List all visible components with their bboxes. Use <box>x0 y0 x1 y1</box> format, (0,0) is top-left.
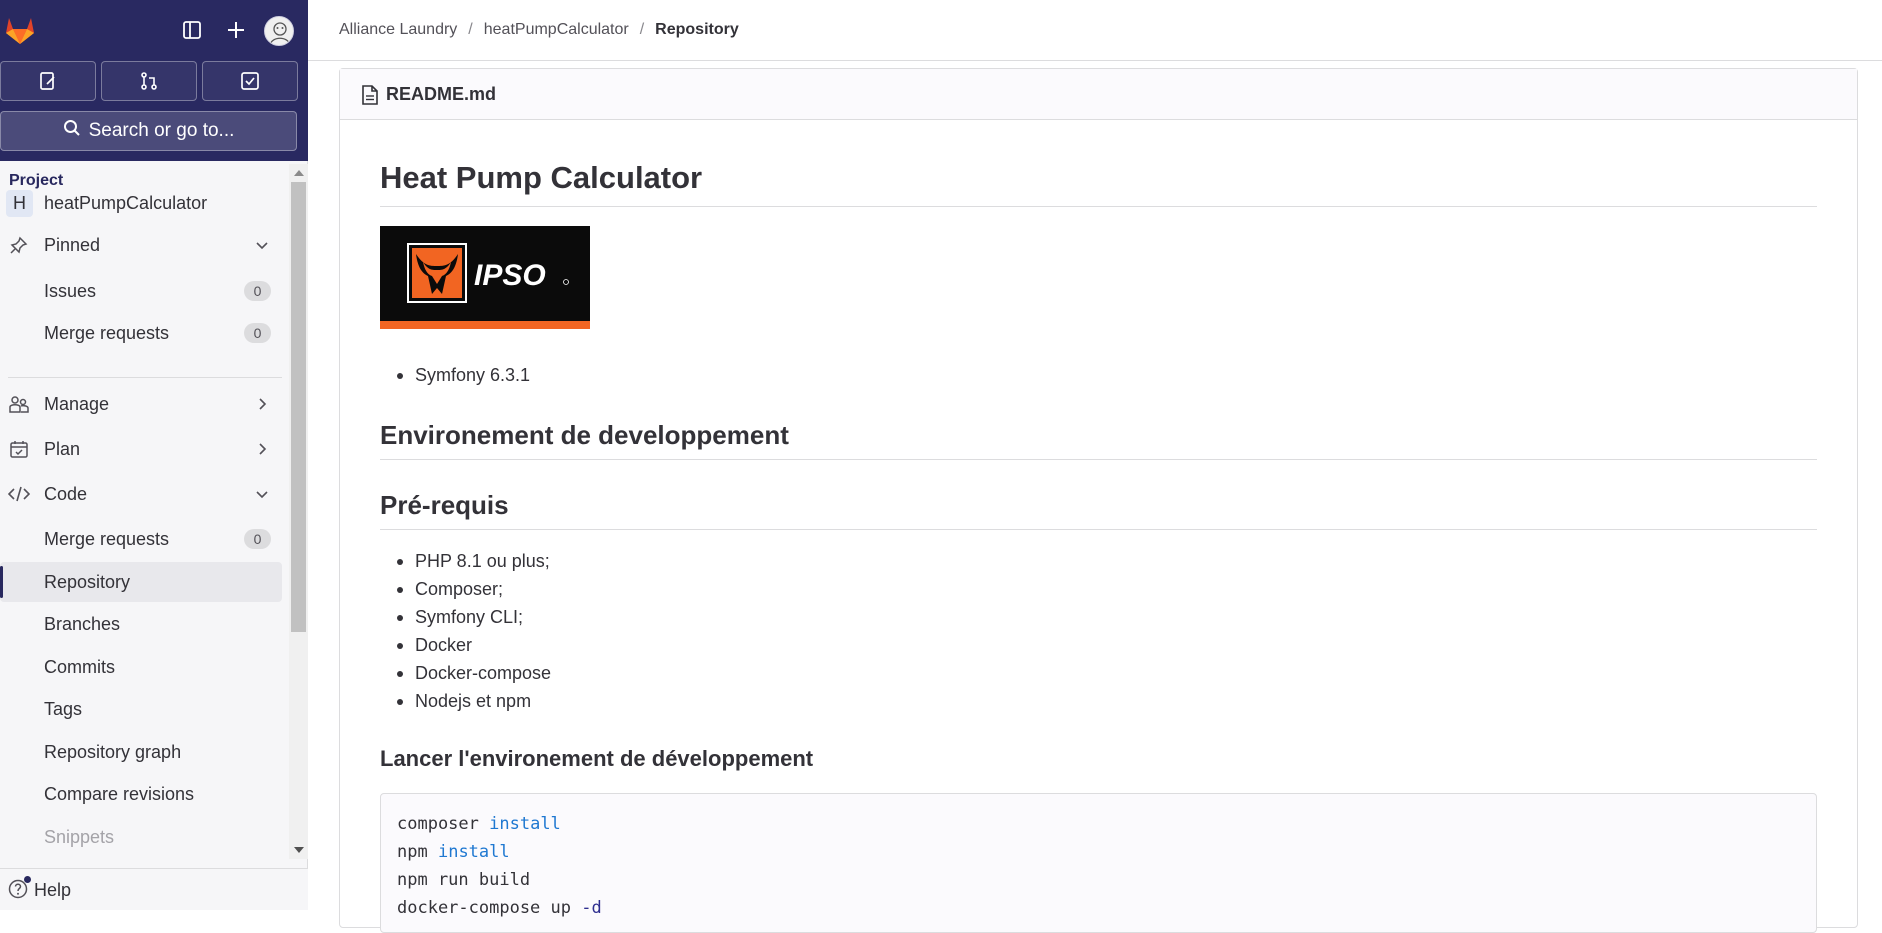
heading-launch-environment: Lancer l'environement de développement <box>380 746 814 771</box>
sidebar-item-merge-requests[interactable]: Merge requests 0 <box>0 519 282 559</box>
sidebar-item-pinned[interactable]: Pinned <box>0 225 282 265</box>
help-label: Help <box>34 880 72 900</box>
count-badge: 0 <box>244 323 271 343</box>
sidebar-item-repository[interactable]: Repository <box>0 562 282 602</box>
sidebar-item-issues[interactable]: Issues 0 <box>0 271 282 311</box>
heading-prerequisites: Pré-requis <box>380 490 1817 530</box>
project-avatar: H <box>6 189 33 217</box>
scroll-down-arrow-icon[interactable] <box>294 847 304 853</box>
breadcrumb-project-link[interactable]: heatPumpCalculator <box>484 21 629 39</box>
sidebar-item-label: Code <box>44 483 88 504</box>
help-button[interactable]: Help <box>0 868 308 910</box>
list-item: Nodejs et npm <box>396 687 551 715</box>
sidebar-item-repository-graph[interactable]: Repository graph <box>0 732 282 772</box>
calendar-icon <box>8 438 30 460</box>
sidebar-item-label: Plan <box>44 438 81 459</box>
list-item: Composer; <box>396 575 551 603</box>
list-item: PHP 8.1 ou plus; <box>396 547 551 575</box>
search-icon <box>63 119 89 143</box>
plus-icon[interactable] <box>220 14 252 46</box>
sidebar-item-label: Branches <box>44 613 121 634</box>
sidebar-item-label: Manage <box>44 393 110 414</box>
count-badge: 0 <box>244 529 271 549</box>
sidebar-item-code[interactable]: Code <box>0 474 282 514</box>
sidebar-item-label: Repository <box>44 571 131 592</box>
list-item: Docker-compose <box>396 659 551 687</box>
sidebar-item-compare-revisions[interactable]: Compare revisions <box>0 774 282 814</box>
sidebar-item-commits[interactable]: Commits <box>0 647 282 687</box>
ipso-logo: IPSO <box>380 226 590 329</box>
chevron-right-icon <box>259 443 267 455</box>
project-link[interactable]: H heatPumpCalculator <box>0 183 282 223</box>
users-icon <box>8 393 30 415</box>
chevron-right-icon <box>259 398 267 410</box>
readme-title: Heat Pump Calculator <box>380 160 1817 207</box>
pinned-label: Pinned <box>44 234 101 255</box>
scrollbar-thumb[interactable] <box>291 182 306 632</box>
sidebar-item-plan[interactable]: Plan <box>0 429 282 469</box>
sidebar-header: Search or go to... <box>0 0 308 161</box>
gitlab-logo-icon[interactable] <box>2 12 38 48</box>
sidebar-item-branches[interactable]: Branches <box>0 604 282 644</box>
sidebar-item-label: Tags <box>44 698 83 719</box>
intro-list: Symfony 6.3.1 <box>396 361 530 389</box>
sidebar-item-label: Repository graph <box>44 741 182 762</box>
search-button[interactable]: Search or go to... <box>0 111 297 151</box>
merge-requests-shortcut-button[interactable] <box>101 61 197 101</box>
code-line: docker-compose up -d <box>397 898 602 918</box>
breadcrumb: Alliance Laundry / heatPumpCalculator / … <box>339 21 739 39</box>
user-avatar[interactable] <box>264 16 294 46</box>
sidebar: Search or go to... Project H heatPumpCal… <box>0 0 308 910</box>
sidebar-item-label: Compare revisions <box>44 783 195 804</box>
code-block[interactable]: composer install npm install npm run bui… <box>380 793 1817 933</box>
chevron-down-icon <box>256 491 268 499</box>
sidebar-item-label: Snippets <box>44 826 115 847</box>
code-line: npm install <box>397 842 510 862</box>
file-name[interactable]: README.md <box>386 84 496 105</box>
top-bar: Alliance Laundry / heatPumpCalculator / … <box>308 0 1882 61</box>
breadcrumb-separator: / <box>639 21 645 38</box>
project-name: heatPumpCalculator <box>44 192 208 213</box>
sidebar-item-label: Commits <box>44 656 115 677</box>
scroll-up-arrow-icon[interactable] <box>294 170 304 176</box>
code-line: npm run build <box>397 870 531 890</box>
chevron-down-icon <box>256 242 268 250</box>
notification-dot <box>24 876 31 883</box>
heading-environment: Environement de developpement <box>380 420 1817 460</box>
file-header: README.md <box>340 69 1857 120</box>
code-icon <box>8 483 30 505</box>
todo-shortcut-button[interactable] <box>202 61 298 101</box>
breadcrumb-current[interactable]: Repository <box>655 21 739 39</box>
list-item: Docker <box>396 631 551 659</box>
sidebar-item-tags[interactable]: Tags <box>0 689 282 729</box>
sidebar-item-label: Merge requests <box>44 322 170 343</box>
breadcrumb-separator: / <box>468 21 473 38</box>
sidebar-item-merge-requests-pinned[interactable]: Merge requests 0 <box>0 313 282 353</box>
sidebar-item-label: Merge requests <box>44 528 170 549</box>
pin-icon <box>8 234 30 256</box>
list-item: Symfony 6.3.1 <box>396 361 530 389</box>
sidebar-nav: Project H heatPumpCalculator Pinned Issu… <box>0 161 289 861</box>
issues-shortcut-button[interactable] <box>0 61 96 101</box>
list-item: Symfony CLI; <box>396 603 551 631</box>
code-line: composer install <box>397 814 561 834</box>
help-icon <box>8 879 28 904</box>
logo-text: IPSO <box>474 259 546 292</box>
breadcrumb-group-link[interactable]: Alliance Laundry <box>339 21 457 39</box>
sidebar-toggle-icon[interactable] <box>176 14 208 46</box>
sidebar-item-manage[interactable]: Manage <box>0 384 282 424</box>
sidebar-item-snippets[interactable]: Snippets <box>0 817 282 857</box>
count-badge: 0 <box>244 281 271 301</box>
prerequisites-list: PHP 8.1 ou plus; Composer; Symfony CLI; … <box>396 547 551 715</box>
sidebar-scrollbar[interactable] <box>289 164 308 859</box>
sidebar-item-label: Issues <box>44 280 97 301</box>
search-label: Search or go to... <box>88 120 235 141</box>
file-icon <box>362 85 378 110</box>
sidebar-divider <box>8 377 282 378</box>
